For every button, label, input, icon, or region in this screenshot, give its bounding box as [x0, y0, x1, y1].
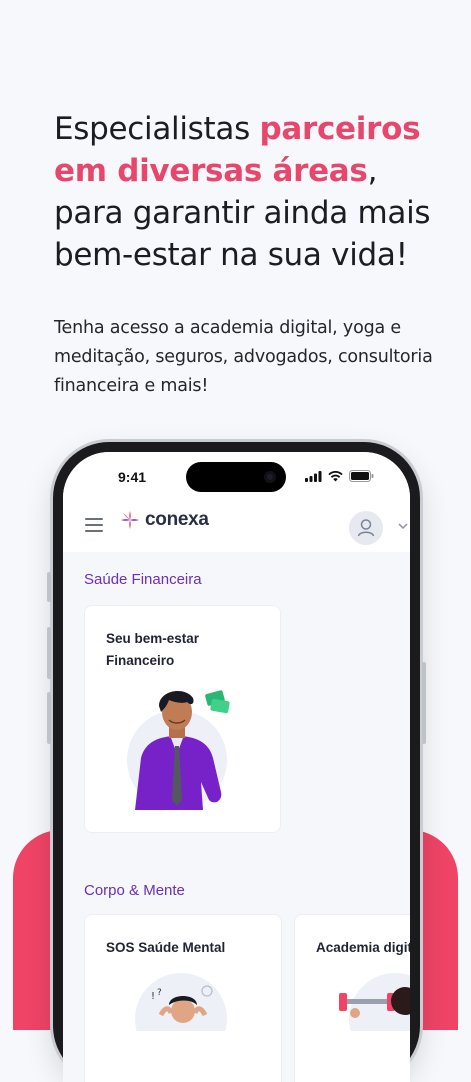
logo-text: conexa [145, 509, 209, 530]
card-title: SOS Saúde Mental [106, 940, 226, 955]
financial-person-illustration [127, 690, 230, 810]
card-bem-estar-financeiro[interactable]: Seu bem-estar Financeiro [84, 605, 281, 833]
wifi-icon [328, 470, 343, 481]
fitness-illustration [339, 973, 410, 1031]
status-bar: 9:41 [63, 452, 410, 498]
phone-mockup: 9:41 conexa Saúde Financeira Seu bem-est… [47, 442, 426, 1082]
user-icon [357, 519, 375, 537]
chevron-down-icon[interactable] [398, 522, 408, 530]
card-title: Academia digital [316, 940, 410, 955]
subtext: Tenha acesso a academia digital, yoga e … [54, 318, 433, 396]
menu-icon[interactable] [85, 518, 103, 532]
phone-button [47, 572, 51, 602]
phone-button [47, 627, 51, 679]
card-academia-digital[interactable]: Academia digital [294, 914, 410, 1082]
battery-icon [349, 470, 374, 482]
section-title-corpo-mente: Corpo & Mente [84, 882, 185, 899]
status-time: 9:41 [118, 469, 147, 485]
user-avatar-button[interactable] [349, 511, 383, 545]
phone-button [422, 662, 426, 744]
card-sos-saude-mental[interactable]: SOS Saúde Mental ! ? [84, 914, 282, 1082]
headline: Especialistas parceiros em diversas área… [54, 108, 454, 276]
svg-text:!: ! [151, 991, 155, 1002]
headline-part1: Especialistas [54, 111, 260, 147]
phone-screen: 9:41 conexa Saúde Financeira Seu bem-est… [63, 452, 410, 1082]
conexa-logo-icon [121, 511, 139, 529]
signal-icon [305, 470, 322, 482]
app-header: conexa [63, 498, 410, 552]
svg-text:?: ? [157, 988, 162, 998]
dynamic-island [186, 462, 286, 492]
card-title: Seu bem-estar Financeiro [106, 631, 200, 668]
logo: conexa [119, 509, 209, 531]
section-title-saude-financeira: Saúde Financeira [84, 571, 202, 588]
mental-health-illustration: ! ? [135, 973, 227, 1031]
phone-button [47, 692, 51, 744]
